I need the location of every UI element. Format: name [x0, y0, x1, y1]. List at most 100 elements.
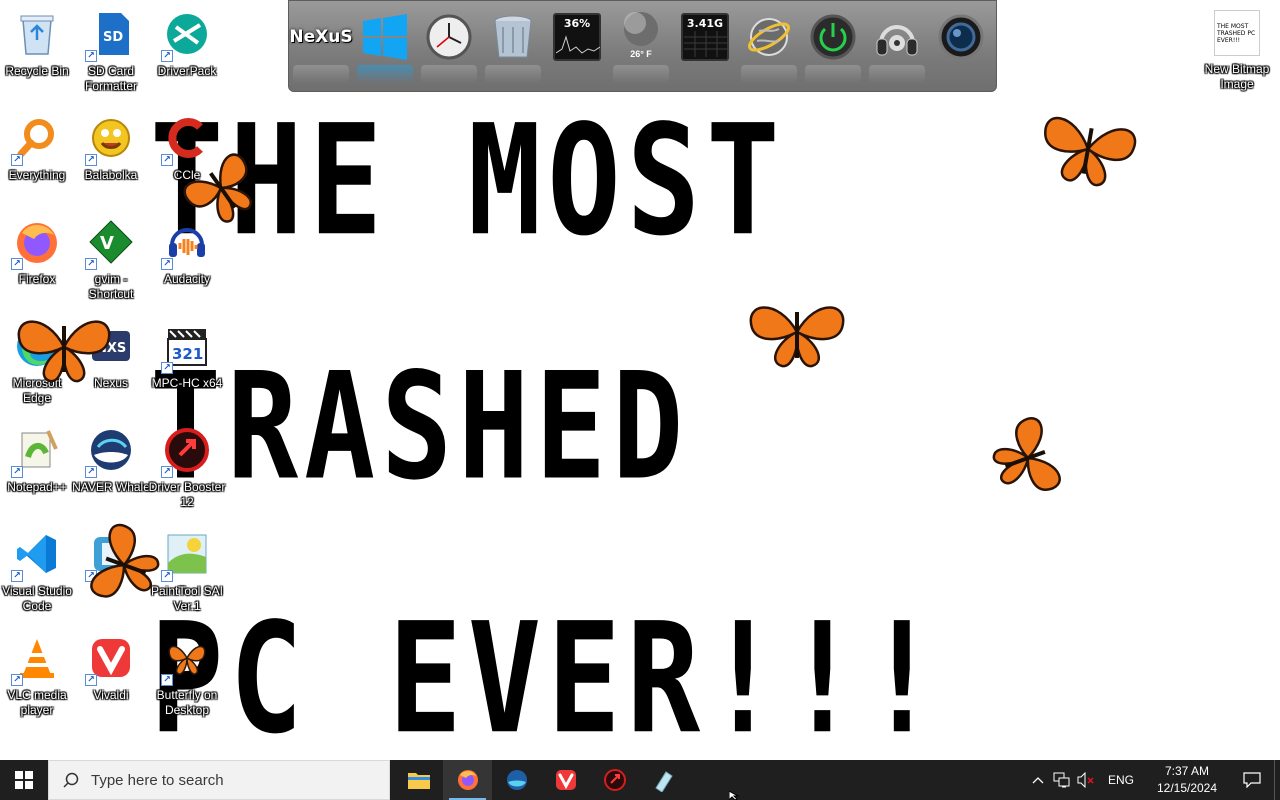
trash-can-icon	[494, 15, 532, 58]
butterfly-icon	[749, 306, 845, 368]
volume-muted-icon[interactable]	[1074, 760, 1098, 800]
notification-center-button[interactable]	[1230, 760, 1274, 800]
notepadpp-icon: ↗	[11, 426, 61, 478]
desktop-icon-label: Balabolka	[84, 168, 138, 182]
desktop-icon-vscode[interactable]: ↗ Visual Studio Code	[0, 524, 74, 620]
butterfly-icon	[90, 523, 160, 598]
cpu-usage-value: 36%	[563, 17, 591, 30]
desktop-icon-label: Audacity	[163, 272, 211, 286]
desktop-icon-label: Vivaldi	[93, 688, 129, 702]
naver-whale-icon	[506, 770, 527, 790]
desktop-icon-label: VLC media player	[7, 688, 67, 717]
naver-whale-icon: ↗	[85, 426, 135, 478]
desktop-icon-mpc-hc[interactable]: 321 ↗ MPC-HC x64	[150, 316, 224, 412]
vlc-icon: ↗	[11, 634, 61, 686]
butterfly-icon	[183, 153, 253, 223]
language-indicator[interactable]: ENG	[1098, 773, 1144, 787]
taskbar-app-file-explorer[interactable]	[394, 760, 443, 800]
desktop-icon-driverpack[interactable]: ↗ DriverPack	[150, 4, 224, 100]
desktop-icon-recycle-bin[interactable]: Recycle Bin	[0, 4, 74, 100]
svg-text:SD: SD	[103, 30, 123, 45]
firefox-icon	[457, 770, 478, 790]
desktop-icon-gvim[interactable]: V ↗ gvim - Shortcut	[74, 212, 148, 308]
dock-item-windows-start[interactable]	[357, 9, 413, 65]
notification-icon	[1243, 772, 1261, 788]
desktop-icon-sd-card-formatter[interactable]: SD ↗ SD Card Formatter	[74, 4, 148, 100]
desktop-icon-butterfly-on-desktop[interactable]: ↗ Butterfly on Desktop	[150, 628, 224, 724]
desktop[interactable]: THE MOST TRASHED PC EVER!!! Recycle Bin …	[0, 0, 1280, 760]
taskbar-search-box[interactable]: Type here to search	[48, 760, 390, 800]
dock-item-recycle-bin[interactable]	[485, 9, 541, 65]
shortcut-arrow-icon: ↗	[161, 466, 173, 478]
memory-monitor-icon: 3.41G	[681, 13, 729, 61]
desktop-icon-naver-whale[interactable]: ↗ NAVER Whale	[72, 420, 150, 516]
dock-item-media-player[interactable]	[869, 9, 925, 65]
taskbar-app-firefox[interactable]	[443, 760, 492, 800]
taskbar-app-painttool-sai[interactable]	[639, 760, 688, 800]
desktop-icon-label: Everything	[8, 168, 66, 182]
start-button[interactable]	[0, 760, 48, 800]
cpu-monitor-icon: 36%	[553, 13, 601, 61]
dock-item-cpu-monitor[interactable]: 36%	[549, 9, 605, 65]
clock-time: 7:37 AM	[1164, 764, 1210, 778]
balabolka-icon: ↗	[85, 114, 135, 166]
shortcut-arrow-icon: ↗	[161, 154, 173, 166]
taskbar-app-naver-whale[interactable]	[492, 760, 541, 800]
butterfly-icon	[17, 320, 111, 383]
bitmap-thumbnail-text: THE MOST TRASHED PC EVER!!!	[1217, 22, 1256, 44]
shortcut-arrow-icon: ↗	[85, 258, 97, 270]
dock-item-weather[interactable]: 26° F	[613, 9, 669, 65]
driverpack-icon: ↗	[161, 10, 211, 62]
butterfly-app-icon: ↗	[161, 634, 211, 686]
shortcut-arrow-icon: ↗	[11, 258, 23, 270]
taskbar-app-vivaldi[interactable]	[541, 760, 590, 800]
desktop-icon-label: Notepad++	[7, 480, 67, 494]
butterfly-icon	[1044, 117, 1137, 187]
vivaldi-icon	[555, 770, 576, 790]
desktop-icon-label: New Bitmap Image	[1204, 62, 1270, 91]
desktop-icon-driver-booster[interactable]: ↗ Driver Booster 12	[148, 420, 226, 516]
dock-item-clock[interactable]	[421, 9, 477, 65]
taskbar-app-driver-booster[interactable]	[590, 760, 639, 800]
network-globe-icon	[748, 18, 790, 56]
desktop-icon-label: Firefox	[18, 272, 56, 286]
dock-item-nexus[interactable]: NeXuS	[289, 9, 352, 65]
weather-temperature: 26° F	[630, 49, 652, 59]
recycle-bin-icon	[13, 10, 61, 58]
shortcut-arrow-icon: ↗	[11, 674, 23, 686]
dock-item-power[interactable]	[805, 9, 861, 65]
memory-usage-value: 3.41G	[686, 17, 724, 30]
desktop-icon-firefox[interactable]: ↗ Firefox	[0, 212, 74, 308]
desktop-icon-notepadpp[interactable]: ↗ Notepad++	[0, 420, 74, 516]
windows-logo-icon	[15, 771, 33, 789]
desktop-icon-label: Driver Booster 12	[148, 480, 226, 509]
dock-item-memory-monitor[interactable]: 3.41G	[677, 9, 733, 65]
desktop-icon-balabolka[interactable]: ↗ Balabolka	[74, 108, 148, 204]
desktop-icon-vlc[interactable]: ↗ VLC media player	[0, 628, 74, 724]
wallpaper-text-line-1: THE MOST	[150, 92, 786, 270]
dock-item-network[interactable]	[741, 9, 797, 65]
clock-date: 12/15/2024	[1156, 781, 1218, 795]
wallpaper-text-line-3: PC EVER!!!	[150, 590, 945, 760]
vim-icon: V ↗	[85, 218, 135, 270]
desktop-icon-label: Recycle Bin	[5, 64, 69, 78]
desktop-icon-vivaldi[interactable]: ↗ Vivaldi	[74, 628, 148, 724]
desktop-icon-label: gvim - Shortcut	[88, 272, 134, 301]
clock[interactable]: 7:37 AM 12/15/2024	[1144, 763, 1230, 797]
show-desktop-button[interactable]	[1274, 760, 1280, 800]
desktop-icon-new-bitmap-image[interactable]: THE MOST TRASHED PC EVER!!! New Bitmap I…	[1200, 4, 1274, 100]
show-hidden-icons-chevron-icon[interactable]	[1026, 760, 1050, 800]
shortcut-arrow-icon: ↗	[161, 258, 173, 270]
sd-card-icon: SD ↗	[85, 10, 135, 62]
nexus-dock: NeXuS 36% 26° F 3.41G	[288, 0, 997, 92]
butterfly-icon	[992, 417, 1061, 492]
desktop-icon-everything[interactable]: ↗ Everything	[0, 108, 74, 204]
shortcut-arrow-icon: ↗	[161, 50, 173, 62]
network-icon[interactable]	[1050, 760, 1074, 800]
weather-moon-icon: 26° F	[617, 9, 665, 65]
painttool-sai-icon	[654, 771, 673, 792]
shortcut-arrow-icon: ↗	[85, 154, 97, 166]
firefox-icon: ↗	[11, 218, 61, 270]
dock-item-camera[interactable]	[933, 9, 989, 65]
desktop-icon-label: NAVER Whale	[72, 480, 150, 494]
